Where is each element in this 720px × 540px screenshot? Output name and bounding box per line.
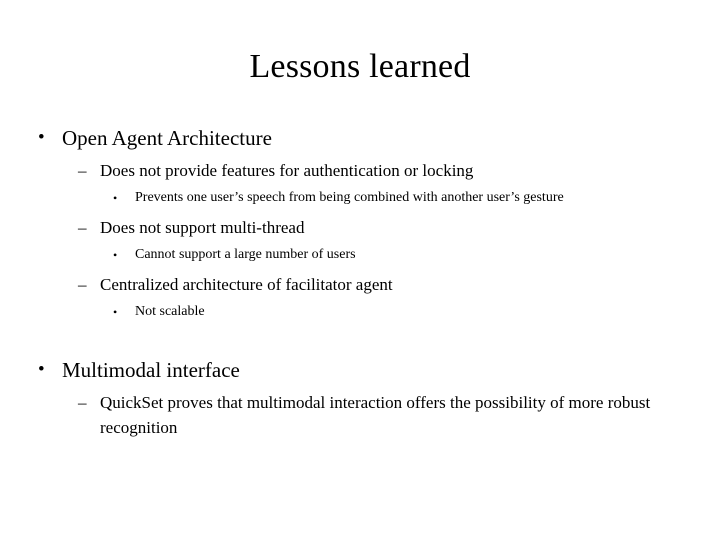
list-item-label: Not scalable (135, 304, 205, 319)
page-title: Lessons learned (249, 48, 471, 85)
list-item-label: Centralized architecture of facilitator … (100, 275, 393, 294)
list-item: • Prevents one user’s speech from being … (0, 187, 720, 209)
bullet-level1-icon: • (38, 359, 45, 380)
bullet-level3-icon: • (113, 248, 118, 262)
list-item-label: Open Agent Architecture (62, 126, 272, 150)
list-item: • Not scalable (0, 301, 720, 323)
list-item: – Does not support multi-thread (0, 215, 720, 240)
list-item: – Does not provide features for authenti… (0, 158, 720, 183)
list-item: – QuickSet proves that multimodal intera… (0, 390, 720, 440)
list-item: • Cannot support a large number of users (0, 244, 720, 266)
list-item-label: QuickSet proves that multimodal interact… (100, 393, 651, 437)
list-item: • Open Agent Architecture (0, 124, 720, 152)
bullet-level2-icon: – (78, 161, 87, 180)
list-item-label: Cannot support a large number of users (135, 247, 356, 262)
bullet-level2-icon: – (78, 393, 87, 412)
list-item: – Centralized architecture of facilitato… (0, 272, 720, 297)
bullet-level2-icon: – (78, 218, 87, 237)
slide: Lessons learned • Open Agent Architectur… (0, 0, 720, 540)
list-item: • Multimodal interface (0, 356, 720, 384)
bullet-level1-icon: • (38, 127, 45, 148)
list-item-label: Does not provide features for authentica… (100, 161, 474, 180)
bullet-level3-icon: • (113, 191, 118, 205)
bullet-level2-icon: – (78, 275, 87, 294)
list-item-label: Does not support multi-thread (100, 218, 305, 237)
slide-body: • Open Agent Architecture – Does not pro… (0, 124, 720, 441)
bullet-level3-icon: • (113, 305, 118, 319)
list-item-label: Prevents one user’s speech from being co… (135, 190, 564, 205)
list-item-label: Multimodal interface (62, 358, 240, 382)
